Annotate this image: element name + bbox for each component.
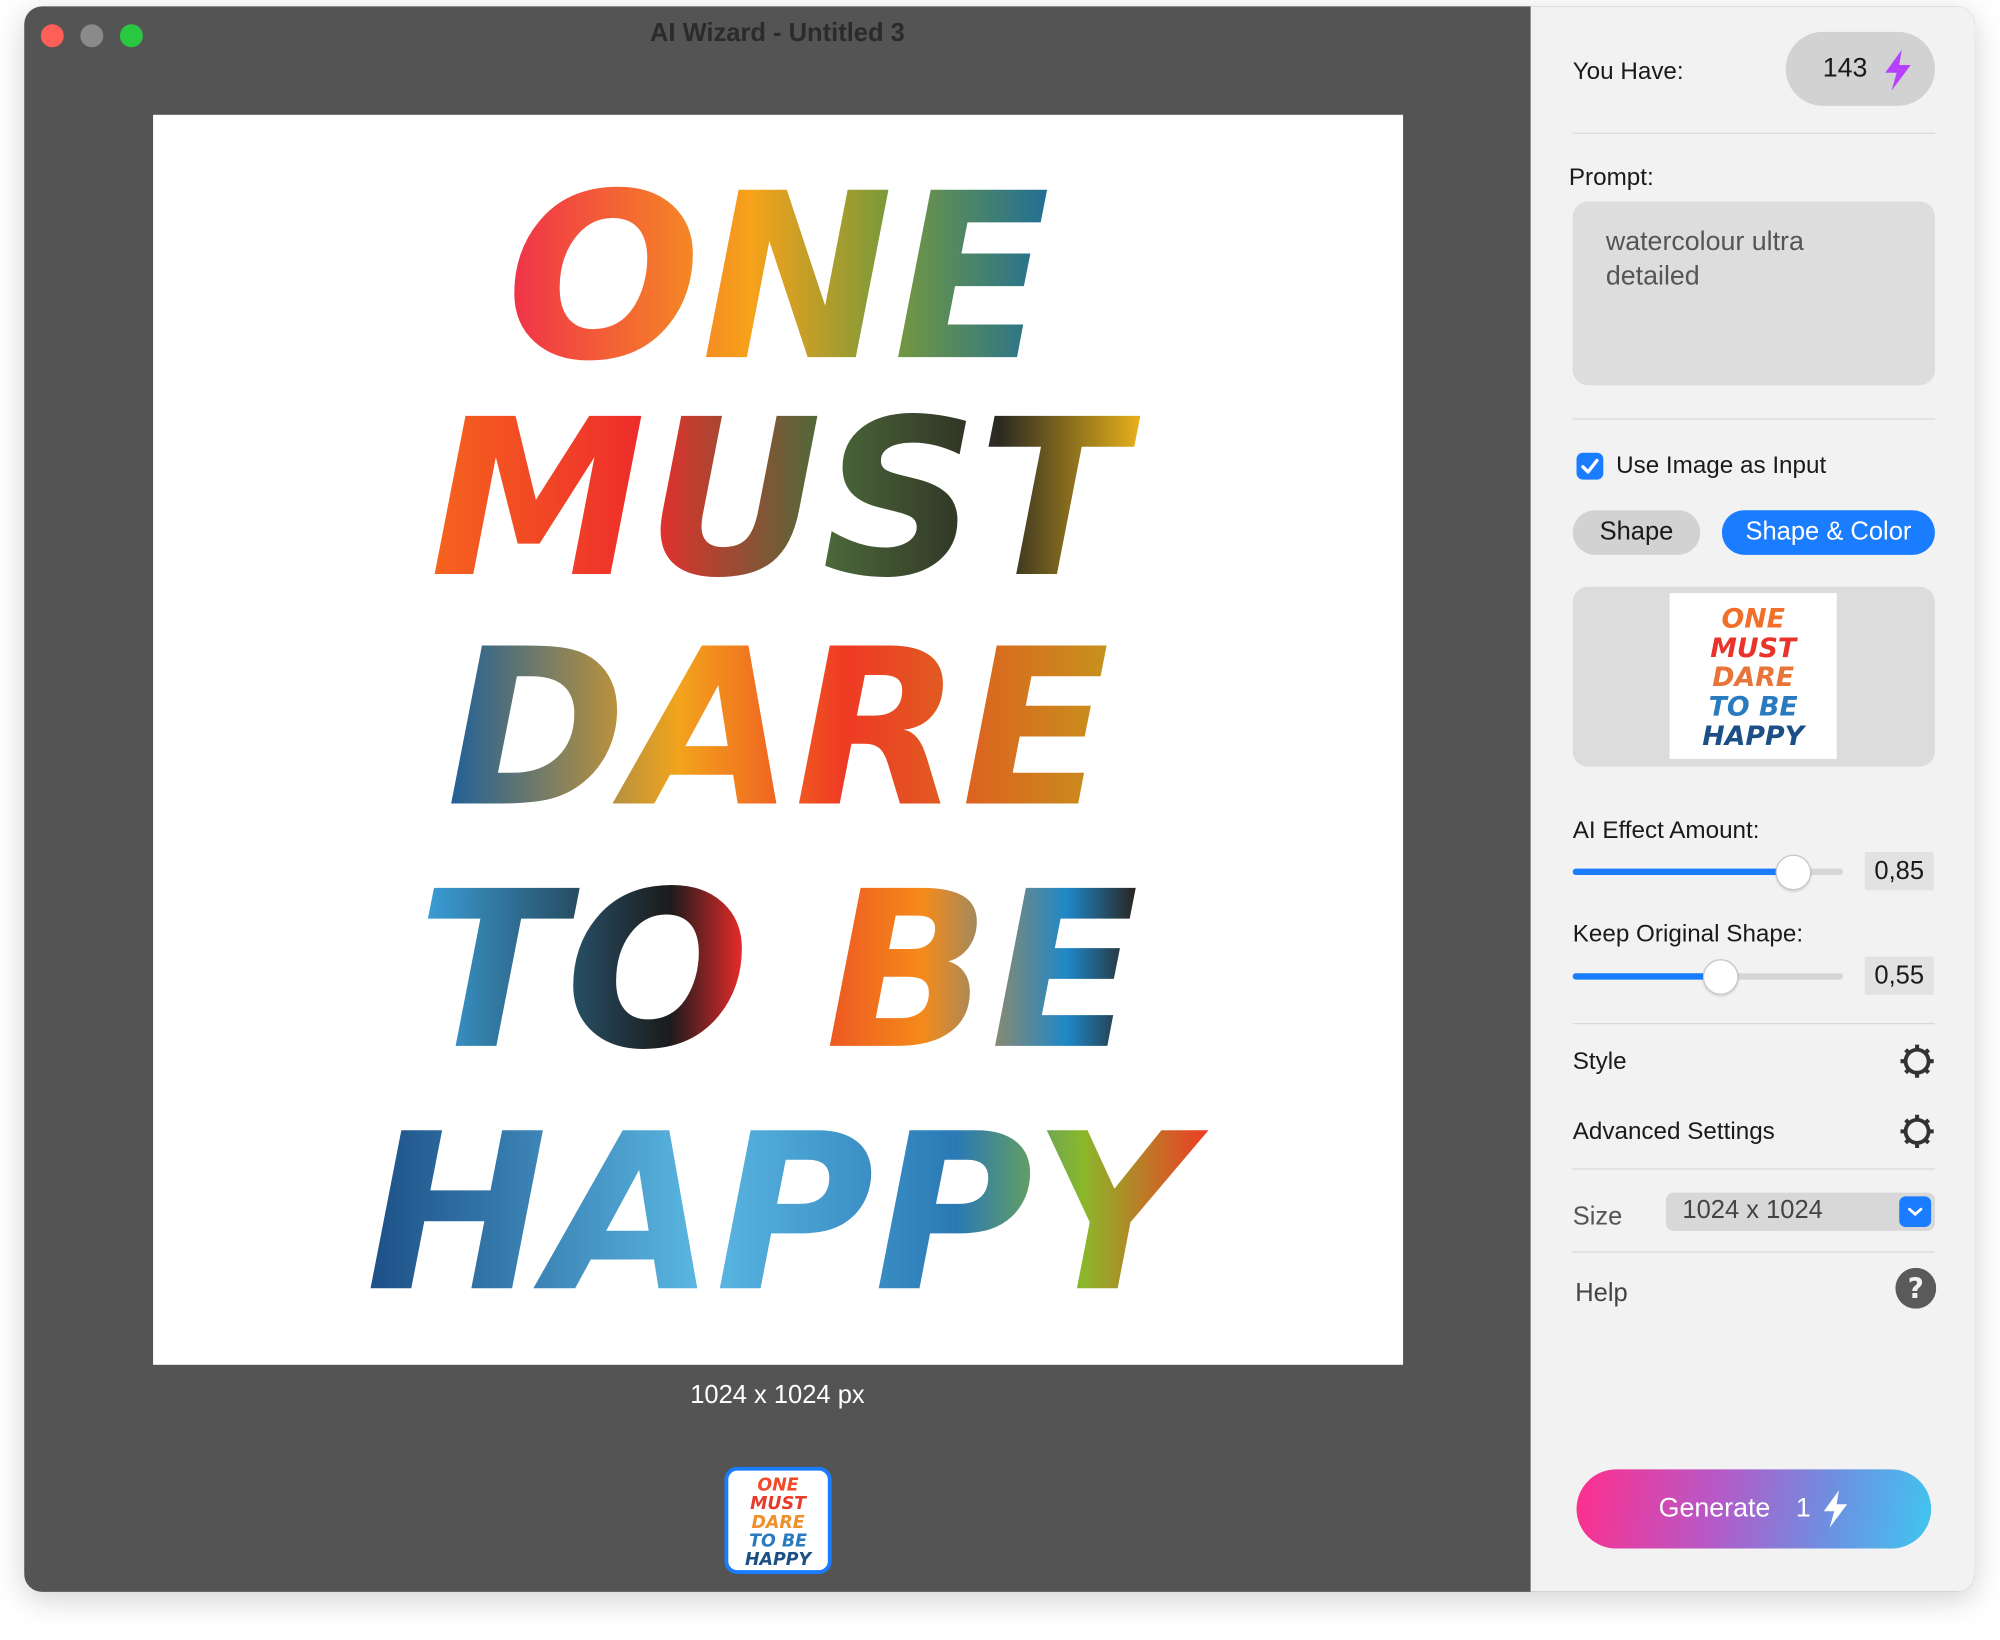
artwork-line-1: ONE: [506, 145, 1050, 412]
generated-image: ONE MUST DARE TO BE HAPPY: [153, 114, 1404, 1365]
image-dimensions: 1024 x 1024 px: [690, 1381, 865, 1410]
svg-text:DARE: DARE: [751, 1513, 804, 1533]
svg-text:TO BE: TO BE: [1709, 692, 1798, 723]
generate-cost: 1: [1795, 1493, 1811, 1523]
checkmark-icon: [1581, 458, 1599, 474]
svg-text:HAPPY: HAPPY: [745, 1550, 814, 1570]
settings-sidebar: You Have: 143 Prompt: watercolour ultra …: [1530, 6, 1975, 1592]
ai-effect-value[interactable]: 0,85: [1864, 852, 1934, 891]
keep-shape-label: Keep Original Shape:: [1572, 920, 1804, 948]
ai-effect-label: AI Effect Amount:: [1572, 817, 1760, 845]
artwork-line-2: MUST: [430, 374, 1141, 626]
gear-icon[interactable]: [1898, 1112, 1936, 1150]
prompt-input[interactable]: watercolour ultra detailed: [1572, 201, 1935, 386]
style-label[interactable]: Style: [1573, 1048, 1627, 1076]
divider: [1572, 132, 1935, 134]
generate-button[interactable]: Generate 1: [1576, 1469, 1932, 1549]
svg-text:HAPPY: HAPPY: [1702, 721, 1806, 752]
help-label[interactable]: Help: [1575, 1279, 1627, 1308]
ai-effect-slider[interactable]: [1572, 854, 1844, 891]
svg-text:ONE: ONE: [757, 1476, 798, 1496]
mode-shape-button[interactable]: Shape: [1572, 510, 1701, 555]
prompt-label: Prompt:: [1568, 164, 1654, 192]
keep-shape-value[interactable]: 0,55: [1864, 956, 1934, 995]
divider: [1572, 1168, 1935, 1170]
svg-text:ONE: ONE: [1721, 604, 1784, 635]
app-window: AI Wizard - Untitled 3 ONE MUST DARE TO …: [24, 6, 1975, 1592]
chevron-down-icon[interactable]: [1899, 1196, 1932, 1228]
slider-thumb[interactable]: [1775, 854, 1812, 891]
credits-label: You Have:: [1572, 58, 1684, 86]
divider: [1572, 418, 1935, 420]
history-thumbnail[interactable]: ONE MUST DARE TO BE HAPPY: [724, 1466, 832, 1574]
svg-text:MUST: MUST: [750, 1494, 808, 1514]
divider: [1572, 1022, 1935, 1025]
size-label: Size: [1572, 1202, 1623, 1231]
artwork-line-5: HAPPY: [366, 1088, 1209, 1340]
artwork-line-4: TO BE: [418, 846, 1139, 1098]
use-image-checkbox[interactable]: [1576, 452, 1604, 480]
keep-shape-slider[interactable]: [1572, 959, 1844, 995]
size-select[interactable]: 1024 x 1024: [1665, 1192, 1935, 1231]
gear-icon[interactable]: [1898, 1042, 1936, 1080]
generate-label: Generate: [1658, 1493, 1771, 1523]
divider: [1572, 1251, 1935, 1253]
svg-text:?: ?: [1908, 1272, 1924, 1305]
artwork-line-3: DARE: [447, 604, 1110, 856]
question-icon[interactable]: ?: [1895, 1267, 1937, 1309]
use-image-label[interactable]: Use Image as Input: [1616, 453, 1826, 481]
svg-text:TO BE: TO BE: [749, 1532, 807, 1552]
svg-text:MUST: MUST: [1710, 633, 1799, 664]
input-image: ONE MUST DARE TO BE HAPPY: [1669, 593, 1837, 759]
advanced-settings-label[interactable]: Advanced Settings: [1573, 1119, 1775, 1147]
lightning-icon: [1823, 1490, 1847, 1528]
credits-value: 143: [1822, 53, 1868, 83]
slider-thumb[interactable]: [1702, 959, 1739, 995]
credits-pill[interactable]: 143: [1785, 31, 1935, 106]
mode-shape-color-button[interactable]: Shape & Color: [1721, 510, 1935, 555]
svg-text:DARE: DARE: [1712, 662, 1794, 693]
size-value: 1024 x 1024: [1682, 1196, 1823, 1225]
lightning-icon: [1885, 49, 1911, 91]
window-title: AI Wizard - Untitled 3: [649, 19, 905, 48]
input-image-preview[interactable]: ONE MUST DARE TO BE HAPPY: [1572, 586, 1935, 767]
